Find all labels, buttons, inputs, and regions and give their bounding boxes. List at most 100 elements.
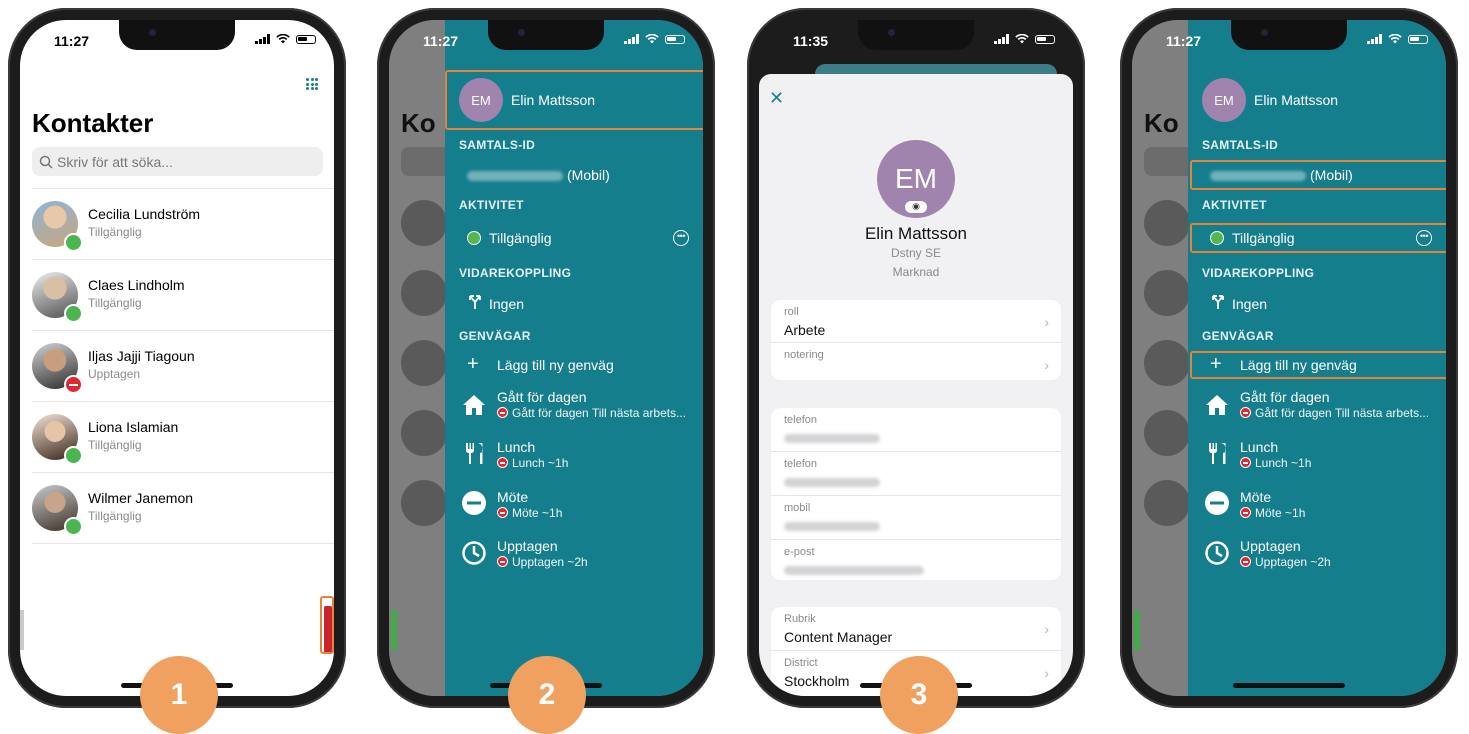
field-value: Arbete [784,322,826,338]
contact-row[interactable]: Wilmer Janemon Tillgänglig [32,472,334,544]
background-avatar [1144,200,1190,246]
shortcut-subtitle: Lunch ~1h [1240,456,1311,470]
phone-status-drawer-highlighted: Ko 11:27 EM Elin Mattsson SAMTALS-ID (Mo… [1120,8,1458,708]
section-call-id: SAMTALS-ID [1202,138,1279,152]
contact-row[interactable]: Liona Islamian Tillgänglig [32,401,334,472]
contact-status: Tillgänglig [88,509,142,523]
available-icon [467,231,481,245]
home-icon [1206,395,1228,415]
contacts-screen: 11:27 Kontakter Skriv för att söka... Ce… [20,20,334,696]
shortcut-title[interactable]: Upptagen [1240,538,1301,554]
shortcut-title[interactable]: Lunch [1240,439,1278,455]
contact-row[interactable]: Cecilia Lundström Tillgänglig [32,188,334,259]
forwarding-value[interactable]: Ingen [489,296,524,312]
signal-icon [1367,34,1382,44]
signal-icon [624,34,639,44]
minus-circle-icon [1205,491,1229,515]
contact-row[interactable]: Claes Lindholm Tillgänglig [32,259,334,330]
contact-row[interactable]: Iljas Jajji Tiagoun Upptagen [32,330,334,401]
field-title[interactable]: Rubrik Content Manager › [771,607,1061,651]
wifi-icon [1015,34,1029,44]
shortcut-title[interactable]: Upptagen [497,538,558,554]
clock-icon [1205,541,1229,565]
shortcut-title[interactable]: Möte [1240,489,1271,505]
contacts-background: Ko [389,20,461,696]
background-title: Ko [1144,108,1179,138]
status-drawer: EM Elin Mattsson SAMTALS-ID (Mobil) AKTI… [445,20,703,696]
search-input[interactable]: Skriv för att söka... [32,147,323,176]
shortcut-subtitle: Upptagen ~2h [1240,555,1331,569]
shortcut-subtitle-text: Gått för dagen Till nästa arbets... [512,406,687,420]
background-avatar [401,410,447,456]
call-id-row[interactable]: (Mobil) [467,167,610,183]
step-badge-3: 3 [880,656,958,734]
wifi-icon [645,34,659,44]
phone-status-drawer: Ko 11:27 EM Elin Mattsson SAMTALS-ID (Mo… [377,8,715,708]
busy-icon [497,407,508,418]
dialpad-icon[interactable] [306,78,318,90]
background-avatar [1144,410,1190,456]
blurred-value [784,522,880,531]
background-edge-bar [391,610,397,650]
shortcut-title[interactable]: Möte [497,489,528,505]
busy-icon [497,457,508,468]
battery-icon [1408,34,1428,44]
profile-name: Elin Mattsson [864,224,968,243]
profile-screen: 11:35 ✕ EM ◉ Elin Mattsson Dstny SE Mark… [759,20,1073,696]
shortcut-subtitle-text: Gått för dagen Till nästa arbets... [1255,406,1430,420]
field-phone[interactable]: telefon [771,408,1061,452]
section-call-id: SAMTALS-ID [459,138,536,152]
chevron-right-icon: › [1044,621,1049,637]
background-title: Ko [401,108,436,138]
section-shortcuts: GENVÄGAR [1202,329,1274,343]
shortcut-subtitle-text: Möte ~1h [512,506,563,520]
minus-circle-icon [462,491,486,515]
section-forwarding: VIDAREKOPPLING [1202,266,1315,280]
search-placeholder: Skriv för att söka... [57,153,173,170]
shortcut-title[interactable]: Gått för dagen [1240,389,1330,405]
camera-icon[interactable]: ◉ [905,201,927,213]
highlight-drawer-handle [320,596,334,654]
notch [858,20,974,50]
battery-icon [1035,34,1055,44]
shortcut-subtitle: Upptagen ~2h [497,555,588,569]
signal-icon [255,34,270,44]
activity-value[interactable]: Tillgänglig [489,230,552,246]
forwarding-icon [469,295,481,309]
background-avatar [401,200,447,246]
shortcut-title[interactable]: Lunch [497,439,535,455]
background-avatar [1144,270,1190,316]
field-mobile[interactable]: mobil [771,496,1061,540]
field-label: District [784,657,818,669]
presence-available-icon [64,304,83,323]
step-badge-1: 1 [140,656,218,734]
section-activity: AKTIVITET [459,198,524,212]
highlight-call-id [1190,160,1446,190]
field-note[interactable]: notering › [771,343,1061,381]
presence-available-icon [64,233,83,252]
cutlery-icon [466,443,483,464]
blurred-value [784,566,924,575]
battery-icon [665,34,685,44]
shortcut-title[interactable]: Gått för dagen [497,389,587,405]
forwarding-value[interactable]: Ingen [1232,296,1267,312]
field-label: Rubrik [784,613,816,625]
contact-status: Tillgänglig [88,296,142,310]
field-role[interactable]: roll Arbete › [771,300,1061,343]
field-label: notering [784,349,824,361]
user-avatar[interactable]: EM [1202,78,1246,122]
close-icon[interactable]: ✕ [769,88,784,109]
background-avatar [401,480,447,526]
field-email[interactable]: e-post [771,540,1061,583]
profile-company: Dstny SE [890,246,941,260]
busy-icon [1240,556,1251,567]
field-phone[interactable]: telefon [771,452,1061,496]
user-name[interactable]: Elin Mattsson [1254,92,1338,108]
contact-name: Iljas Jajji Tiagoun [88,348,195,364]
highlight-add-shortcut [1190,351,1446,379]
blurred-value [784,478,880,487]
add-shortcut-button[interactable]: Lägg till ny genväg [497,357,614,373]
more-options-icon[interactable]: ••• [673,230,689,246]
shortcut-subtitle: Gått för dagen Till nästa arbets... [497,406,686,420]
home-indicator [1233,683,1345,688]
